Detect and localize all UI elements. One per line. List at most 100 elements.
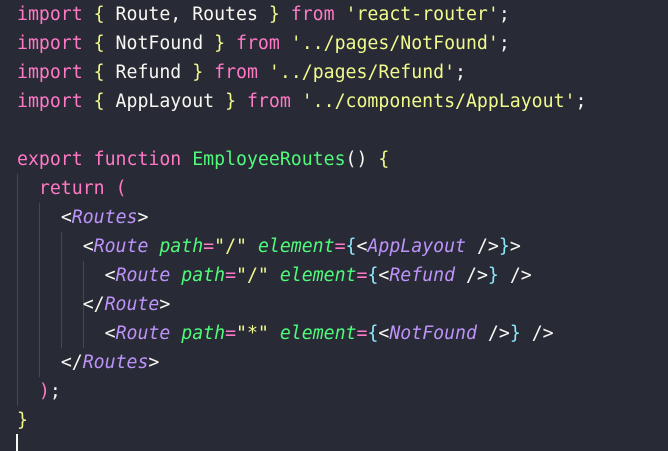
code-token-plain: < <box>378 323 390 344</box>
code-token-brace: { <box>93 33 105 54</box>
code-token-plain: < <box>378 265 390 286</box>
code-token-jsx_brace: } <box>498 236 510 257</box>
code-token-component: Route <box>115 265 171 286</box>
code-line[interactable]: <Route path="/" element={<AppLayout />}> <box>17 232 521 261</box>
code-token-attribute: element <box>279 265 357 286</box>
code-token-brace: } <box>268 4 280 25</box>
code-token-plain: ; <box>498 4 510 25</box>
code-token-keyword: import <box>17 62 83 83</box>
code-token-plain: < <box>82 236 94 257</box>
code-token-attribute: path <box>181 323 226 344</box>
code-token-plain: /> <box>455 265 488 286</box>
code-token-keyword: from <box>290 4 335 25</box>
code-token-brace: { <box>93 4 105 25</box>
code-line[interactable]: } <box>17 406 28 435</box>
code-token-keyword: from <box>214 62 258 83</box>
code-token-component: NotFound <box>389 323 477 344</box>
code-token-keyword: ) <box>38 381 50 402</box>
code-token-brace: } <box>192 62 204 83</box>
code-token-jsx_brace: { <box>367 265 379 286</box>
code-token-plain: </ <box>60 352 83 373</box>
code-token-keyword: function <box>93 149 182 170</box>
code-token-keyword: from <box>246 91 291 112</box>
code-token-brace: { <box>378 149 390 170</box>
code-line[interactable]: import { NotFound } from '../pages/NotFo… <box>17 29 510 58</box>
code-line[interactable]: import { Route, Routes } from 'react-rou… <box>17 0 510 29</box>
code-token-keyword: = <box>225 323 237 344</box>
code-token-jsx_brace: { <box>345 236 357 257</box>
code-token-attribute: element <box>279 323 357 344</box>
code-token-plain: NotFound <box>104 33 215 54</box>
code-line[interactable]: </Routes> <box>17 348 160 377</box>
code-line[interactable]: export function EmployeeRoutes() { <box>17 145 389 174</box>
code-token-string: '../components/AppLayout' <box>301 91 576 112</box>
code-token-plain: /> <box>520 323 554 344</box>
code-token-jsx_brace: } <box>509 323 521 344</box>
code-token-plain: ; <box>49 381 61 402</box>
code-token-brace: } <box>214 33 226 54</box>
code-token-keyword: import <box>17 33 83 54</box>
code-token-plain: < <box>60 207 72 228</box>
code-token-keyword: from <box>236 33 280 54</box>
code-token-string: 'react-router' <box>345 4 499 25</box>
code-token-jsx_brace: } <box>487 265 499 286</box>
code-token-attribute: element <box>257 236 335 257</box>
code-token-function: EmployeeRoutes <box>192 149 346 170</box>
code-token-component: Routes <box>82 352 149 373</box>
code-token-component: Refund <box>389 265 456 286</box>
code-token-plain: > <box>159 294 171 315</box>
code-token-brace: } <box>17 410 28 431</box>
code-token-plain: < <box>356 236 368 257</box>
code-line[interactable]: <Route path="/" element={<Refund />} /> <box>17 261 532 290</box>
code-token-plain: > <box>509 236 521 257</box>
code-token-plain: () <box>345 149 379 170</box>
code-line[interactable]: <Route path="*" element={<NotFound />} /… <box>17 319 554 348</box>
code-line[interactable]: <Routes> <box>17 203 149 232</box>
code-token-plain: > <box>137 207 149 228</box>
text-cursor <box>16 434 18 451</box>
code-token-keyword: ( <box>115 178 127 199</box>
code-token-string: '../pages/NotFound' <box>290 33 499 54</box>
code-line[interactable]: return ( <box>17 174 127 203</box>
code-token-plain: ; <box>498 33 510 54</box>
code-token-plain: Route, Routes <box>104 4 269 25</box>
code-line[interactable]: import { Refund } from '../pages/Refund'… <box>17 58 466 87</box>
code-token-attribute: path <box>159 236 204 257</box>
code-token-keyword: import <box>17 4 83 25</box>
code-token-plain: > <box>148 352 160 373</box>
code-token-plain: Refund <box>104 62 193 83</box>
code-token-keyword: = <box>334 236 346 257</box>
code-token-jsx_brace: { <box>367 323 379 344</box>
code-line[interactable]: </Route> <box>17 290 171 319</box>
code-line[interactable]: ); <box>17 377 61 406</box>
code-line[interactable]: import { AppLayout } from '../components… <box>17 87 586 116</box>
code-token-component: Route <box>93 236 149 257</box>
code-token-component: AppLayout <box>367 236 467 257</box>
code-token-brace: } <box>225 91 237 112</box>
code-token-string: "/" <box>214 236 247 257</box>
code-editor[interactable]: import { Route, Routes } from 'react-rou… <box>0 0 668 451</box>
code-token-keyword: return <box>38 178 105 199</box>
code-token-plain: AppLayout <box>104 91 226 112</box>
code-token-string: "*" <box>236 323 269 344</box>
code-token-component: Route <box>115 323 171 344</box>
code-token-plain: /> <box>498 265 532 286</box>
